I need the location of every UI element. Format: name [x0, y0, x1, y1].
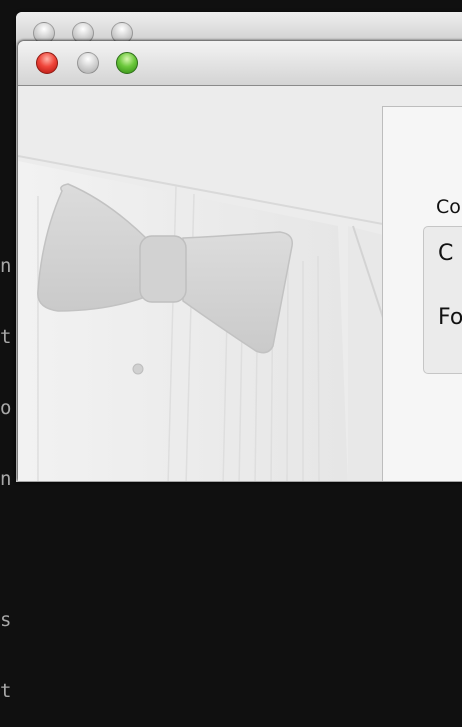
front-window[interactable]: Co C Fo [18, 41, 462, 481]
terminal-line: s [0, 609, 12, 632]
panel-heading: Co [436, 196, 461, 218]
window-titlebar[interactable] [18, 41, 462, 86]
close-icon[interactable] [36, 52, 58, 74]
panel-list: C Fo [423, 226, 462, 374]
minimize-icon[interactable] [77, 52, 99, 74]
window-content: Co C Fo [18, 86, 462, 481]
background-window-titlebar[interactable] [16, 12, 462, 44]
terminal-line: t [0, 679, 12, 702]
list-item[interactable]: C [438, 241, 453, 266]
list-item[interactable]: Fo [438, 305, 462, 330]
zoom-icon[interactable] [116, 52, 138, 74]
